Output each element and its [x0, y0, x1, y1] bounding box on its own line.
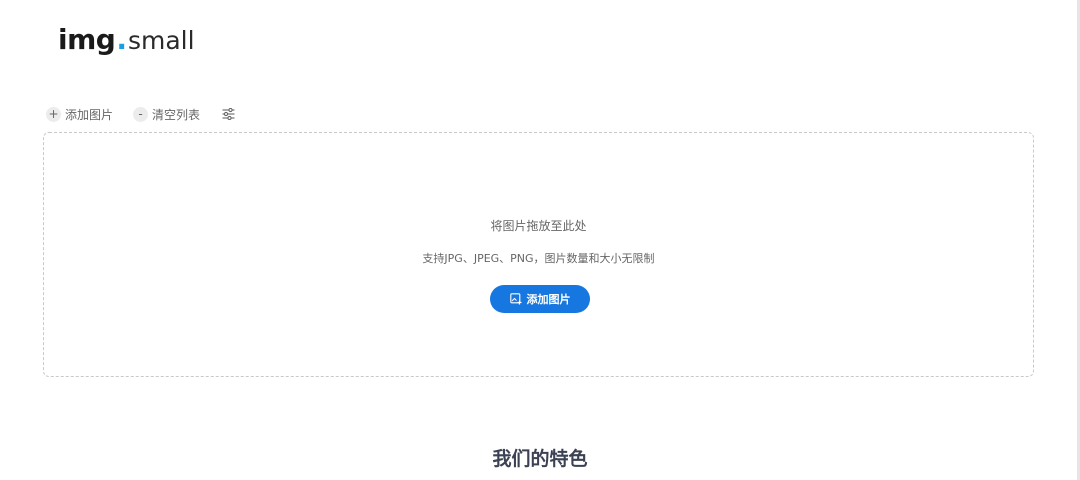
clear-list-label: 清空列表	[152, 107, 201, 122]
image-drop-zone[interactable]: 将图片拖放至此处 支持JPG、JPEG、PNG，图片数量和大小无限制 添加图片	[43, 132, 1034, 377]
features-heading: 我们的特色	[492, 448, 588, 470]
logo-strong-text: img	[58, 23, 116, 56]
add-image-toolbar-label: 添加图片	[65, 107, 114, 122]
sliders-icon	[222, 108, 235, 120]
logo-dot: .	[116, 23, 127, 56]
page: img. small + 添加图片 - 清空列表 将图片拖放至此处 支持JPG、J…	[0, 0, 1080, 480]
logo-light-text: small	[127, 26, 195, 55]
add-image-toolbar-button[interactable]: + 添加图片	[46, 104, 113, 124]
add-image-button[interactable]: 添加图片	[490, 285, 590, 313]
toolbar: + 添加图片 - 清空列表	[46, 104, 236, 124]
image-add-icon	[509, 293, 522, 305]
settings-button[interactable]	[220, 106, 236, 122]
clear-list-button[interactable]: - 清空列表	[133, 104, 200, 124]
plus-icon: +	[46, 106, 61, 122]
drop-zone-title: 将图片拖放至此处	[490, 219, 587, 233]
add-image-button-label: 添加图片	[526, 293, 571, 306]
drop-zone-subtitle: 支持JPG、JPEG、PNG，图片数量和大小无限制	[422, 252, 655, 265]
logo[interactable]: img. small	[58, 22, 195, 58]
minus-icon: -	[133, 106, 149, 122]
